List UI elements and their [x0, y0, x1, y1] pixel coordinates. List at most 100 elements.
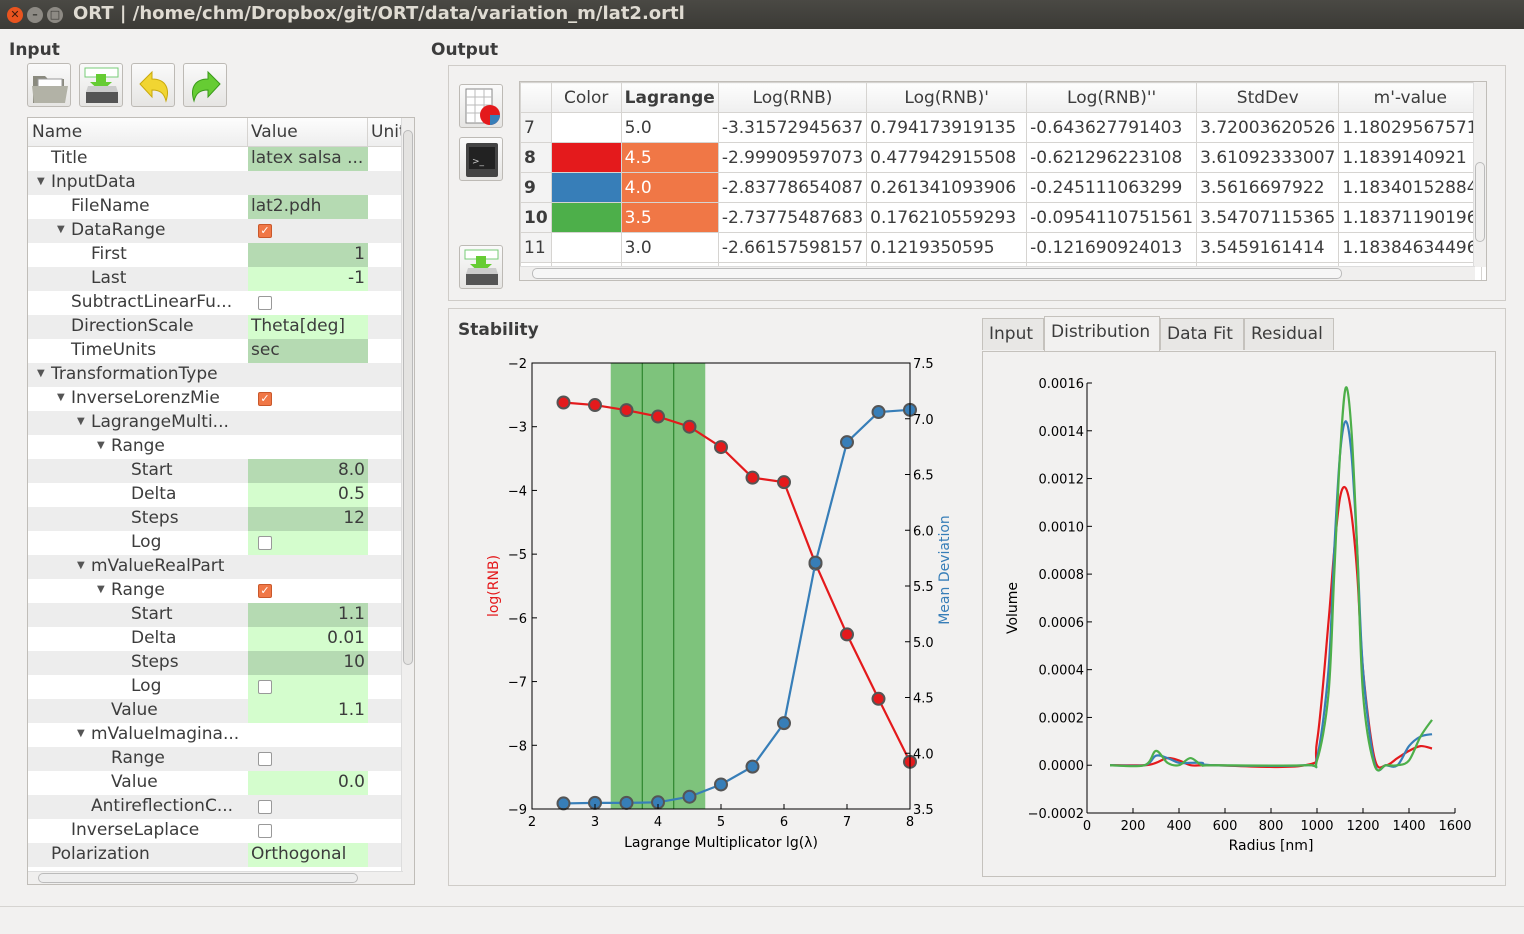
table-horizontal-scrollbar[interactable] [520, 266, 1475, 280]
tree-row[interactable]: ▼ LagrangeMulti... [28, 411, 403, 435]
checkbox[interactable]: ✓ [258, 392, 272, 406]
lagrange-cell[interactable]: 4.0 [620, 172, 719, 203]
value-cell[interactable]: 0.261341093906 [866, 172, 1028, 203]
row-header[interactable]: 11 [520, 232, 552, 263]
value-cell[interactable]: -0.121690924013 [1026, 232, 1198, 263]
maximize-icon[interactable]: □ [47, 7, 63, 23]
table-row[interactable]: 8 4.5 -2.99909597073 0.477942915508 -0.62129… [520, 142, 1483, 173]
tree-row-value[interactable]: Orthogonal [248, 843, 368, 867]
column-header[interactable]: Log(RNB) [717, 82, 868, 113]
checkbox[interactable] [258, 536, 272, 550]
tree-row[interactable]: Steps 10 [28, 651, 403, 675]
tree-row[interactable]: DirectionScale Theta[deg] [28, 315, 403, 339]
color-cell[interactable] [550, 112, 622, 143]
table-row[interactable]: 11 3.0 -2.66157598157 0.1219350595 -0.121690… [520, 232, 1483, 263]
tree-row[interactable]: Start 8.0 [28, 459, 403, 483]
tree-row[interactable]: ▼ Range ✓ [28, 579, 403, 603]
column-header[interactable]: Log(RNB)' [866, 82, 1028, 113]
lagrange-cell[interactable]: 3.0 [620, 232, 719, 263]
value-cell[interactable]: 1.18384634496 [1338, 232, 1483, 263]
tree-row-value[interactable]: -1 [248, 267, 368, 291]
value-cell[interactable]: 1.18371190196 [1338, 202, 1483, 233]
tree-row[interactable]: ▼ DataRange ✓ [28, 219, 403, 243]
value-cell[interactable]: -0.245111063299 [1026, 172, 1198, 203]
tree-row-value[interactable]: 10 [248, 651, 368, 675]
column-header[interactable]: Lagrange [620, 82, 719, 113]
tree-row[interactable]: Delta 0.01 [28, 627, 403, 651]
checkbox[interactable]: ✓ [258, 584, 272, 598]
tree-row-value[interactable]: sec [248, 339, 368, 363]
column-name[interactable]: Name [32, 122, 82, 142]
tree-row[interactable]: Log [28, 675, 403, 699]
checkbox[interactable] [258, 824, 272, 838]
tree-row[interactable]: Value 1.1 [28, 699, 403, 723]
value-cell[interactable]: 0.477942915508 [866, 142, 1028, 173]
tree-row-value[interactable]: 0.0 [248, 771, 368, 795]
table-row[interactable]: 10 3.5 -2.73775487683 0.176210559293 -0.0954… [520, 202, 1483, 233]
save-button[interactable] [79, 63, 123, 107]
color-cell[interactable] [550, 202, 622, 233]
tree-vertical-scrollbar[interactable] [401, 118, 414, 884]
tree-row-value[interactable]: 0.5 [248, 483, 368, 507]
value-cell[interactable]: -2.99909597073 [717, 142, 868, 173]
value-cell[interactable]: 1.18340152884 [1338, 172, 1483, 203]
expand-arrow-icon[interactable]: ▼ [97, 584, 105, 595]
tree-row[interactable]: Value 0.0 [28, 771, 403, 795]
column-header[interactable]: StdDev [1196, 82, 1340, 113]
value-cell[interactable]: 3.54707115365 [1196, 202, 1340, 233]
value-cell[interactable]: 1.18029567571 [1338, 112, 1483, 143]
checkbox[interactable] [258, 296, 272, 310]
tree-row[interactable]: Start 1.1 [28, 603, 403, 627]
value-cell[interactable]: 1.1839140921 [1338, 142, 1483, 173]
checkbox[interactable] [258, 680, 272, 694]
expand-arrow-icon[interactable]: ▼ [37, 368, 45, 379]
row-header[interactable]: 9 [520, 172, 552, 203]
column-header[interactable] [520, 82, 552, 113]
open-button[interactable] [27, 63, 71, 107]
expand-arrow-icon[interactable]: ▼ [97, 440, 105, 451]
tree-row[interactable]: ▼ mValueRealPart [28, 555, 403, 579]
lagrange-cell[interactable]: 5.0 [620, 112, 719, 143]
expand-arrow-icon[interactable]: ▼ [77, 560, 85, 571]
tree-row-value[interactable]: 1.1 [248, 699, 368, 723]
column-value[interactable]: Value [251, 122, 298, 142]
value-cell[interactable]: 0.176210559293 [866, 202, 1028, 233]
tree-row-value[interactable]: 1.1 [248, 603, 368, 627]
tree-row-value[interactable]: Theta[deg] [248, 315, 368, 339]
value-cell[interactable]: 3.5459161414 [1196, 232, 1340, 263]
value-cell[interactable]: -2.83778654087 [717, 172, 868, 203]
tree-row-value[interactable]: lat2.pdh [248, 195, 368, 219]
tree-row[interactable]: ▼ TransformationType [28, 363, 403, 387]
checkbox[interactable] [258, 800, 272, 814]
color-cell[interactable] [550, 232, 622, 263]
tree-row[interactable]: First 1 [28, 243, 403, 267]
value-cell[interactable]: -2.66157598157 [717, 232, 868, 263]
tree-row[interactable]: Range [28, 747, 403, 771]
results-table-container[interactable]: Color Lagrange Log(RNB) Log(RNB)' Log(RNB)''… [519, 81, 1487, 281]
tree-row-value[interactable]: 12 [248, 507, 368, 531]
expand-arrow-icon[interactable]: ▼ [77, 728, 85, 739]
tree-row[interactable]: TimeUnits sec [28, 339, 403, 363]
expand-arrow-icon[interactable]: ▼ [37, 176, 45, 187]
close-icon[interactable]: ✕ [7, 7, 23, 23]
column-header[interactable]: Log(RNB)'' [1026, 82, 1198, 113]
tab-residual[interactable]: Residual [1244, 318, 1334, 350]
tree-row[interactable]: ▼ InverseLorenzMie ✓ [28, 387, 403, 411]
tree-row[interactable]: AntireflectionC... [28, 795, 403, 819]
table-row[interactable]: 7 5.0 -3.31572945637 0.794173919135 -0.64362… [520, 112, 1483, 143]
row-header[interactable]: 10 [520, 202, 552, 233]
tab-data-fit[interactable]: Data Fit [1160, 318, 1244, 350]
row-header[interactable]: 7 [520, 112, 552, 143]
color-cell[interactable] [550, 172, 622, 203]
tree-row[interactable]: Delta 0.5 [28, 483, 403, 507]
value-cell[interactable]: -0.643627791403 [1026, 112, 1198, 143]
value-cell[interactable]: 0.1219350595 [866, 232, 1028, 263]
row-header[interactable]: 8 [520, 142, 552, 173]
value-cell[interactable]: -0.0954110751561 [1026, 202, 1198, 233]
checkbox[interactable] [258, 752, 272, 766]
tree-row-value[interactable]: latex salsa ... [248, 147, 368, 171]
terminal-button[interactable]: >_ [459, 137, 503, 181]
column-header[interactable]: Color [550, 82, 622, 113]
table-vertical-scrollbar[interactable] [1473, 82, 1486, 267]
value-cell[interactable]: -2.73775487683 [717, 202, 868, 233]
